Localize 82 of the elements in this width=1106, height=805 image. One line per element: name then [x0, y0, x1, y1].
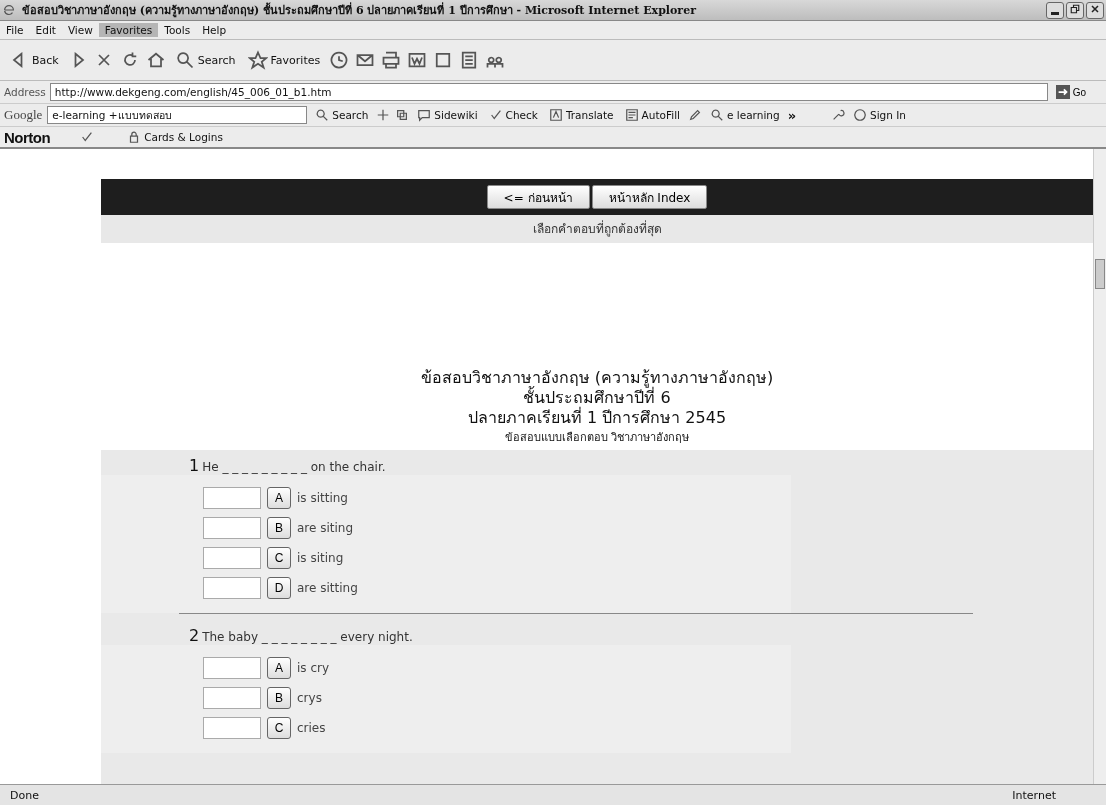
- question-number: 1: [189, 456, 200, 475]
- choice-button[interactable]: B: [267, 687, 291, 709]
- menu-item[interactable]: File: [0, 23, 30, 37]
- norton-logo: Norton: [4, 128, 51, 146]
- menu-item[interactable]: Favorites: [98, 23, 159, 37]
- choice-button[interactable]: B: [267, 517, 291, 539]
- choice-button[interactable]: A: [267, 657, 291, 679]
- answer-field[interactable]: [203, 717, 261, 739]
- toolbar-button[interactable]: Search: [312, 108, 372, 122]
- plus-icon[interactable]: [376, 108, 391, 122]
- star-icon: [247, 50, 268, 70]
- search-field[interactable]: e-learning +แบบทดสอบ: [47, 106, 308, 124]
- close-icon: [1089, 3, 1101, 15]
- exam-heading: ปลายภาคเรียนที่ 1 ปีการศึกษา 2545: [466, 408, 728, 428]
- choice-text: are siting: [297, 521, 354, 535]
- toolbar-button[interactable]: AutoFill: [621, 108, 683, 122]
- question-text: The baby _ _ _ _ _ _ _ _ every night.: [202, 630, 413, 644]
- search-icon: [174, 50, 195, 70]
- search-icon: [315, 108, 330, 122]
- go-button[interactable]: Go: [1051, 85, 1102, 99]
- clock-icon[interactable]: [329, 50, 350, 70]
- toolbar-button[interactable]: Back: [6, 50, 62, 70]
- restore-button[interactable]: [1066, 1, 1084, 19]
- choice-text: cries: [297, 721, 326, 735]
- nav-button[interactable]: <= ก่อนหน้า: [486, 185, 590, 209]
- choice-text: is cry: [297, 661, 330, 675]
- address-field[interactable]: http://www.dekgeng.com/english/45_006_01_b1.htm: [49, 83, 1048, 101]
- choice-button[interactable]: A: [267, 487, 291, 509]
- scrollbar[interactable]: [1093, 149, 1106, 784]
- browser-logo-icon: [2, 3, 16, 17]
- choice-text: crys: [297, 691, 322, 705]
- toolbar-button[interactable]: Search: [171, 50, 239, 70]
- choice-button[interactable]: C: [267, 717, 291, 739]
- exam-heading: ชั้นประถมศึกษาปีที่ 6: [522, 388, 671, 407]
- answer-field[interactable]: [203, 517, 261, 539]
- minimize-icon: [1051, 11, 1059, 15]
- question-number: 2: [189, 626, 200, 645]
- house-icon[interactable]: [145, 50, 166, 70]
- check-icon: [488, 108, 503, 122]
- choice-text: is siting: [297, 551, 344, 565]
- choice-button[interactable]: C: [267, 547, 291, 569]
- copy-icon[interactable]: [395, 108, 410, 122]
- search-icon: [710, 108, 724, 122]
- answer-field[interactable]: [203, 577, 261, 599]
- answer-field[interactable]: [203, 687, 261, 709]
- window-title: ข้อสอบวิชาภาษาอังกฤษ (ความรู้ทางภาษาอังกฤษ) ชั้นประถมศึกษาปีที่ 6 ปลายภาคเรียนที่ 1 ปีการศึกษา - Microsoft Internet Explorer: [22, 1, 698, 19]
- translate-icon: [548, 108, 563, 122]
- arrow-icon: [1055, 85, 1070, 99]
- restore-icon: [1069, 3, 1081, 15]
- pencil-icon[interactable]: [688, 108, 702, 122]
- address-label: Address: [4, 86, 46, 98]
- choice-text: is sitting: [297, 491, 348, 505]
- choice-text: are sitting: [297, 581, 358, 595]
- answer-field[interactable]: [203, 487, 261, 509]
- exam-subheading: ข้อสอบแบบเลือกตอบ วิชาภาษาอังกฤษ: [503, 430, 691, 446]
- answer-field[interactable]: [203, 547, 261, 569]
- toolbar-button[interactable]: e learning: [707, 108, 783, 122]
- toolbar-button[interactable]: Check: [485, 108, 541, 122]
- minimize-button[interactable]: [1046, 1, 1064, 19]
- zone-text: Internet: [1012, 788, 1056, 802]
- answer-field[interactable]: [203, 657, 261, 679]
- document-icon[interactable]: [407, 50, 428, 70]
- menu-item[interactable]: Help: [196, 23, 233, 37]
- close-button[interactable]: [1086, 1, 1104, 19]
- toolbar-button[interactable]: Sign In: [850, 108, 910, 122]
- status-text: Done: [10, 788, 39, 802]
- toolbar-button[interactable]: Favorites: [244, 50, 324, 70]
- more-button[interactable]: »: [787, 107, 797, 123]
- google-logo: Google: [4, 107, 43, 123]
- choice-button[interactable]: D: [267, 577, 291, 599]
- form-icon: [624, 108, 639, 122]
- printer-icon[interactable]: [381, 50, 402, 70]
- speech-icon: [417, 108, 432, 122]
- menu-item[interactable]: Edit: [29, 23, 62, 37]
- instruction-text: เลือกคำตอบที่ถูกต้องที่สุด: [101, 215, 1093, 243]
- toolbar-button[interactable]: Sidewiki: [414, 108, 481, 122]
- cards-logins-button[interactable]: Cards & Logins: [124, 130, 226, 144]
- question-text: He _ _ _ _ _ _ _ _ _ on the chair.: [202, 460, 386, 474]
- nav-button[interactable]: หน้าหลัก Index: [591, 185, 708, 209]
- menu-item[interactable]: Tools: [158, 23, 197, 37]
- menu-item[interactable]: View: [61, 23, 99, 37]
- toolbar-button[interactable]: Translate: [545, 108, 617, 122]
